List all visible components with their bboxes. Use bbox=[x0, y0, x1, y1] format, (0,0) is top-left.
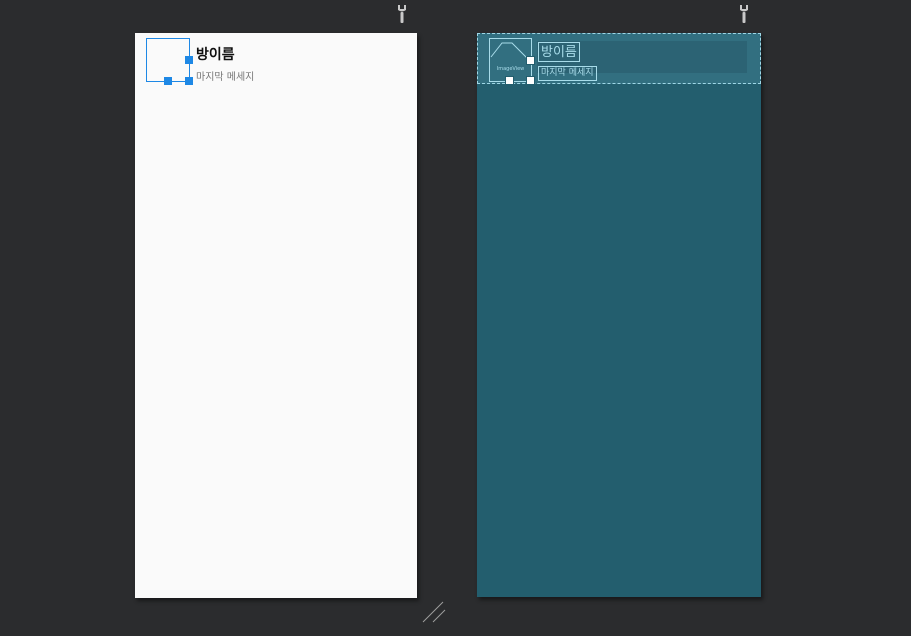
room-name-text[interactable]: 방이름 bbox=[196, 44, 235, 64]
last-message-text[interactable]: 마지막 메세지 bbox=[196, 68, 254, 83]
image-placeholder-icon bbox=[490, 42, 531, 62]
resize-handle-icon[interactable] bbox=[422, 601, 446, 623]
blueprint-last-message-text[interactable]: 마지막 메세지 bbox=[538, 66, 597, 81]
blueprint-room-name-text[interactable]: 방이름 bbox=[538, 42, 580, 62]
wrench-icon[interactable] bbox=[737, 4, 751, 24]
image-view-label: ImageView bbox=[496, 66, 525, 72]
blueprint-surface[interactable]: ImageView 방이름 마지막 메세지 bbox=[477, 33, 761, 597]
resize-handle-bottom[interactable] bbox=[164, 77, 172, 85]
design-surface[interactable]: 방이름 마지막 메세지 bbox=[135, 33, 417, 598]
resize-handle-bottom-right[interactable] bbox=[185, 77, 193, 85]
resize-handle-right[interactable] bbox=[526, 56, 535, 65]
resize-handle-right[interactable] bbox=[185, 56, 193, 64]
image-view-selected[interactable] bbox=[146, 38, 190, 82]
resize-handle-bottom[interactable] bbox=[505, 76, 514, 85]
wrench-icon[interactable] bbox=[395, 4, 409, 24]
resize-handle-bottom-right[interactable] bbox=[526, 76, 535, 85]
